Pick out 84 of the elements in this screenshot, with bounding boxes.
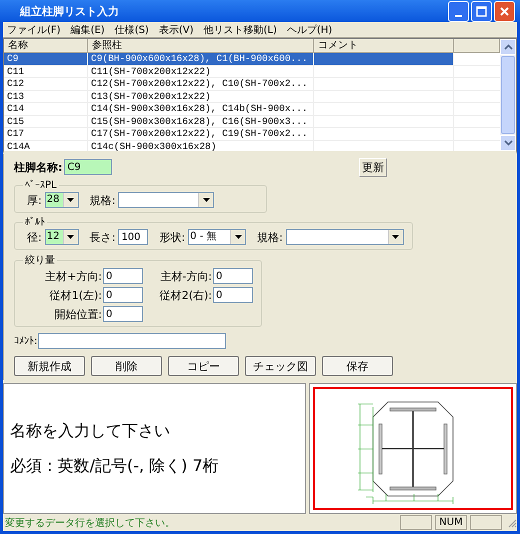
list-row[interactable]: C12 C12(SH-700x200x12x22), C10(SH-700x2... [4,78,500,90]
action-button[interactable]: 新規作成 [14,356,85,376]
update-button[interactable]: 更新 [359,158,387,176]
menu-item[interactable]: 表示(V) [158,22,194,36]
dropdown-arrow-icon [67,198,74,202]
group-title: ﾍﾞｰｽPL [24,179,58,191]
input-field[interactable]: 0 [213,268,253,284]
table-cell: C13 [4,90,88,102]
field-label: 開始位置: [54,306,102,322]
message-text: 名称を入力して下さい [10,420,171,442]
vertical-scrollbar[interactable] [500,39,516,151]
field-label: 柱脚名称: [14,160,62,174]
table-cell: C17 [4,128,88,140]
table-cell: C12 [4,78,88,90]
menu-item[interactable]: ファイル(F) [7,22,61,36]
group-title: ﾎﾞﾙﾄ [24,216,46,228]
field-label: ｺﾒﾝﾄ: [14,335,38,347]
dropdown[interactable]: 28 [44,192,79,208]
dropdown-arrow-icon [234,235,242,239]
menu-item[interactable]: 仕様(S) [114,22,149,36]
field-label: 規格: [90,192,116,208]
table-cell: C15 [4,116,88,127]
action-button[interactable]: 削除 [91,356,162,376]
table-cell: C13(SH-700x200x12x22) [88,90,314,102]
table-cell: C9 [4,53,88,64]
table-cell: C14 [4,103,88,114]
input-field[interactable]: 0 [103,268,143,284]
table-cell: C11 [4,66,88,77]
comment-input-field[interactable] [38,333,226,349]
table-cell: C9(BH-900x600x16x28), C1(BH-900x600... [88,53,314,64]
dropdown-arrow-icon [67,235,74,239]
dropdown[interactable]: 0 - 無 [188,229,246,245]
dropdown[interactable] [118,192,214,208]
resize-grip-icon[interactable] [507,518,517,528]
input-field[interactable]: 0 [103,306,143,322]
table-cell: C17(SH-700x200x12x22), C19(SH-700x2... [88,128,314,140]
dropdown[interactable]: 12 [44,229,79,245]
list-row[interactable]: C17 C17(SH-700x200x12x22), C19(SH-700x2... [4,128,500,140]
table-cell: C12(SH-700x200x12x22), C10(SH-700x2... [88,78,314,90]
status-pane [470,515,502,530]
action-button[interactable]: コピー [168,356,239,376]
table-cell: C11(SH-700x200x12x22) [88,66,314,77]
action-button[interactable]: 保存 [322,356,393,376]
status-pane [400,515,432,530]
field-label: 規格: [257,230,283,244]
minimize-button[interactable] [448,0,469,22]
table-cell: C14A [4,140,88,151]
window-title: 組立柱脚リスト入力 [20,4,119,18]
close-icon [499,6,510,16]
field-label: 従材2(右): [160,288,212,302]
field-label: 従材1(左): [50,288,102,302]
menu-item[interactable]: 他リスト移動(L) [204,22,277,36]
table-cell: C14c(SH-900x300x16x28) [88,140,314,151]
maximize-icon [476,6,487,16]
message-text: 必須 : 英数/記号(-, 除く) 7桁 [10,456,220,476]
list-row[interactable]: C13 C13(SH-700x200x12x22) [4,90,500,103]
dropdown[interactable] [286,229,404,245]
field-label: 形状: [159,230,186,244]
status-indicator: NUM [435,515,467,530]
dropdown-arrow-icon [392,235,400,239]
menu-item[interactable]: ヘルプ(H) [286,22,332,36]
name-input-field[interactable]: C9 [64,159,112,175]
action-button[interactable]: チェック図 [245,356,316,376]
field-label: 主材-方向: [160,268,212,284]
list-row[interactable]: C11 C11(SH-700x200x12x22) [4,66,500,78]
input-field[interactable]: 0 [213,287,253,303]
input-field[interactable]: 0 [103,287,143,303]
close-button[interactable] [494,0,515,22]
field-label: 径: [27,230,42,244]
maximize-button[interactable] [471,0,492,22]
dropdown-arrow-icon [202,198,210,202]
group-title: 絞り量 [24,254,56,267]
field-label: 主材+方向: [45,268,102,284]
list-row[interactable]: C15 C15(SH-900x300x16x28), C16(SH-900x3... [4,116,500,128]
field-label: 長さ: [90,230,116,244]
field-label: 厚: [27,192,42,208]
minimize-icon [455,14,462,16]
table-cell: C15(SH-900x300x16x28), C16(SH-900x3... [88,116,314,127]
list-row[interactable]: C9 C9(BH-900x600x16x28), C1(BH-900x600... [4,53,500,66]
input-field[interactable]: 100 [118,229,148,245]
list-row[interactable]: C14 C14(SH-900x300x16x28), C14b(SH-900x... [4,103,500,116]
status-message: 変更するデータ行を選択して下さい。 [5,516,176,530]
table-cell: C14(SH-900x300x16x28), C14b(SH-900x... [88,103,314,114]
menu-item[interactable]: 編集(E) [70,22,105,36]
